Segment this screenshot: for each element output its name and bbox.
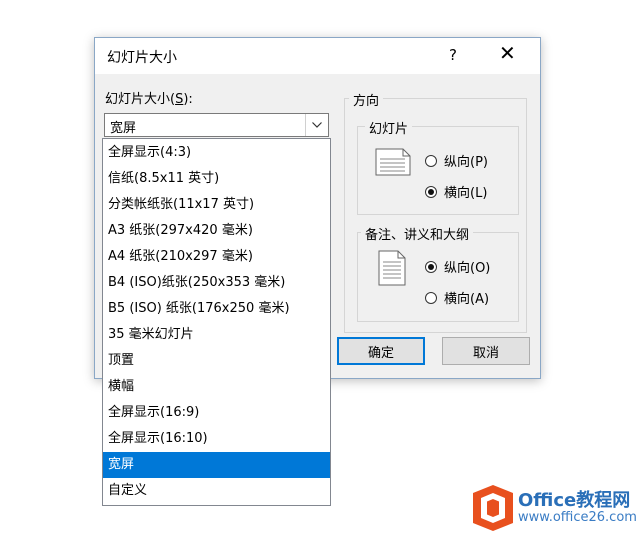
dropdown-item[interactable]: 全屏显示(4:3) [103,140,330,166]
notes-portrait-radio[interactable]: 纵向(O) [425,257,490,276]
close-button[interactable]: ✕ [499,41,516,65]
radio-selected-icon [425,260,437,273]
dropdown-item[interactable]: 顶置 [103,348,330,374]
portrait-page-icon [378,250,406,286]
slides-landscape-radio[interactable]: 横向(L) [425,182,487,201]
landscape-page-icon [375,148,411,176]
dropdown-item[interactable]: A4 纸张(210x297 毫米) [103,244,330,270]
dropdown-item[interactable]: B4 (ISO)纸张(250x353 毫米) [103,270,330,296]
dropdown-item-selected[interactable]: 宽屏 [103,452,330,478]
orientation-heading: 方向 [349,90,384,109]
slides-heading: 幻灯片 [365,118,413,137]
chevron-down-icon[interactable] [305,114,328,136]
dropdown-item[interactable]: 信纸(8.5x11 英寸) [103,166,330,192]
notes-heading: 备注、讲义和大纲 [361,224,474,243]
dropdown-item[interactable]: 35 毫米幻灯片 [103,322,330,348]
ok-button[interactable]: 确定 [337,337,425,365]
dropdown-item[interactable]: 横幅 [103,374,330,400]
slide-size-label: 幻灯片大小(S): [105,92,193,107]
dropdown-item[interactable]: 自定义 [103,478,330,504]
dropdown-item[interactable]: B5 (ISO) 纸张(176x250 毫米) [103,296,330,322]
title-bar: 幻灯片大小 ? ✕ [95,38,540,74]
watermark-url: www.office26.com [518,510,637,525]
dialog-title: 幻灯片大小 [107,50,177,66]
dropdown-item[interactable]: 分类帐纸张(11x17 英寸) [103,192,330,218]
dropdown-item[interactable]: A3 纸张(297x420 毫米) [103,218,330,244]
slide-size-dropdown-list: 全屏显示(4:3) 信纸(8.5x11 英寸) 分类帐纸张(11x17 英寸) … [102,138,331,506]
slides-portrait-radio[interactable]: 纵向(P) [425,151,488,170]
help-button[interactable]: ? [449,46,457,64]
radio-selected-icon [425,185,437,198]
cancel-button[interactable]: 取消 [442,337,530,365]
slide-size-combobox[interactable]: 宽屏 [104,113,329,137]
watermark-name: Office教程网 [518,490,631,511]
watermark: Office教程网 www.office26.com [470,482,640,535]
radio-icon [425,154,437,167]
dropdown-item[interactable]: 全屏显示(16:9) [103,400,330,426]
slide-size-value: 宽屏 [110,121,137,136]
notes-landscape-radio[interactable]: 横向(A) [425,288,489,307]
dropdown-item[interactable]: 全屏显示(16:10) [103,426,330,452]
office-logo-icon [473,485,513,531]
radio-icon [425,291,437,304]
